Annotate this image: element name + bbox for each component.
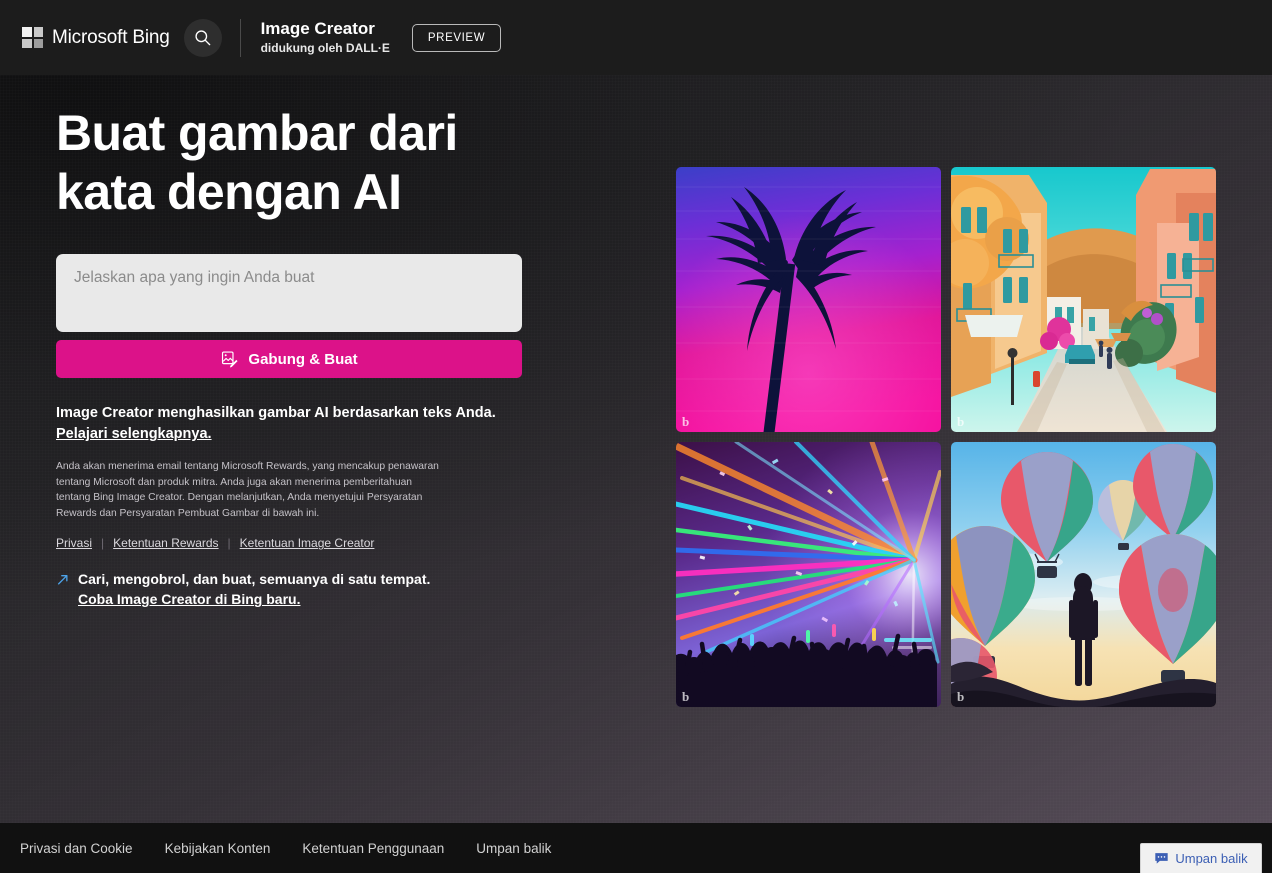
footer-link-feedback[interactable]: Umpan balik [476, 841, 551, 856]
page-footer: Privasi dan Cookie Kebijakan Konten Kete… [0, 823, 1272, 873]
product-identity: Image Creator didukung oleh DALL·E [261, 19, 390, 55]
hero-panel: Buat gambar dari kata dengan AI Gabung &… [56, 104, 526, 610]
footer-link-content-policy[interactable]: Kebijakan Konten [165, 841, 271, 856]
learn-more-link[interactable]: Pelajari selengkapnya. [56, 426, 212, 442]
legal-separator-1: | [101, 536, 105, 551]
page-title: Buat gambar dari kata dengan AI [56, 105, 458, 220]
legal-link-rewards-terms[interactable]: Ketentuan Rewards [113, 536, 218, 550]
search-icon [195, 30, 211, 46]
mediterranean-street-artwork [951, 167, 1216, 432]
legal-link-image-creator-terms[interactable]: Ketentuan Image Creator [240, 536, 375, 550]
feedback-button-label: Umpan balik [1175, 851, 1248, 866]
laser-concert-artwork [676, 442, 941, 707]
try-image-creator-link[interactable]: Coba Image Creator di Bing baru. [78, 591, 300, 607]
legal-link-privacy[interactable]: Privasi [56, 536, 92, 550]
search-button[interactable] [183, 18, 222, 57]
image-edit-icon [222, 350, 238, 367]
tile-laser-concert[interactable]: b [676, 442, 941, 707]
prompt-input[interactable] [56, 254, 522, 332]
footer-link-terms-of-use[interactable]: Ketentuan Penggunaan [302, 841, 444, 856]
feedback-button[interactable]: Umpan balik [1140, 843, 1262, 873]
legal-links-row: Privasi | Ketentuan Rewards | Ketentuan … [56, 536, 526, 550]
top-header: Microsoft Bing Image Creator didukung ol… [0, 0, 1272, 75]
join-and-create-button[interactable]: Gabung & Buat [56, 340, 522, 378]
header-divider [239, 18, 241, 57]
join-and-create-label: Gabung & Buat [248, 350, 358, 368]
microsoft-bing-wordmark: Microsoft Bing [52, 26, 170, 48]
bing-promo-line1: Cari, mengobrol, dan buat, semuanya di s… [78, 571, 431, 588]
disclaimer-text: Image Creator menghasilkan gambar AI ber… [56, 403, 508, 446]
tile-synthwave-palm[interactable]: b [676, 167, 941, 432]
tile-mediterranean-street[interactable]: b [951, 167, 1216, 432]
footer-link-privacy-cookies[interactable]: Privasi dan Cookie [20, 841, 133, 856]
preview-badge[interactable]: PREVIEW [411, 23, 502, 52]
hot-air-balloons-artwork [951, 442, 1216, 707]
microsoft-bing-logo-link[interactable]: Microsoft Bing [22, 27, 170, 49]
diagonal-arrow-icon [57, 575, 68, 585]
product-title: Image Creator [260, 19, 375, 39]
speech-bubble-icon [1155, 853, 1169, 864]
legal-separator-2: | [227, 536, 231, 551]
bing-promo-banner: Cari, mengobrol, dan buat, semuanya di s… [56, 569, 526, 609]
synthwave-palm-artwork [676, 167, 941, 432]
microsoft-logo-icon [22, 27, 43, 48]
bing-promo-text: Cari, mengobrol, dan buat, semuanya di s… [78, 569, 430, 609]
legal-fine-print: Anda akan menerima email tentang Microso… [56, 460, 439, 519]
tile-hot-air-balloons[interactable]: b [951, 442, 1216, 707]
product-subtitle: didukung oleh DALL·E [260, 41, 390, 56]
sample-image-grid: b b b b [676, 167, 1217, 707]
disclaimer-lead: Image Creator menghasilkan gambar AI ber… [56, 405, 496, 421]
